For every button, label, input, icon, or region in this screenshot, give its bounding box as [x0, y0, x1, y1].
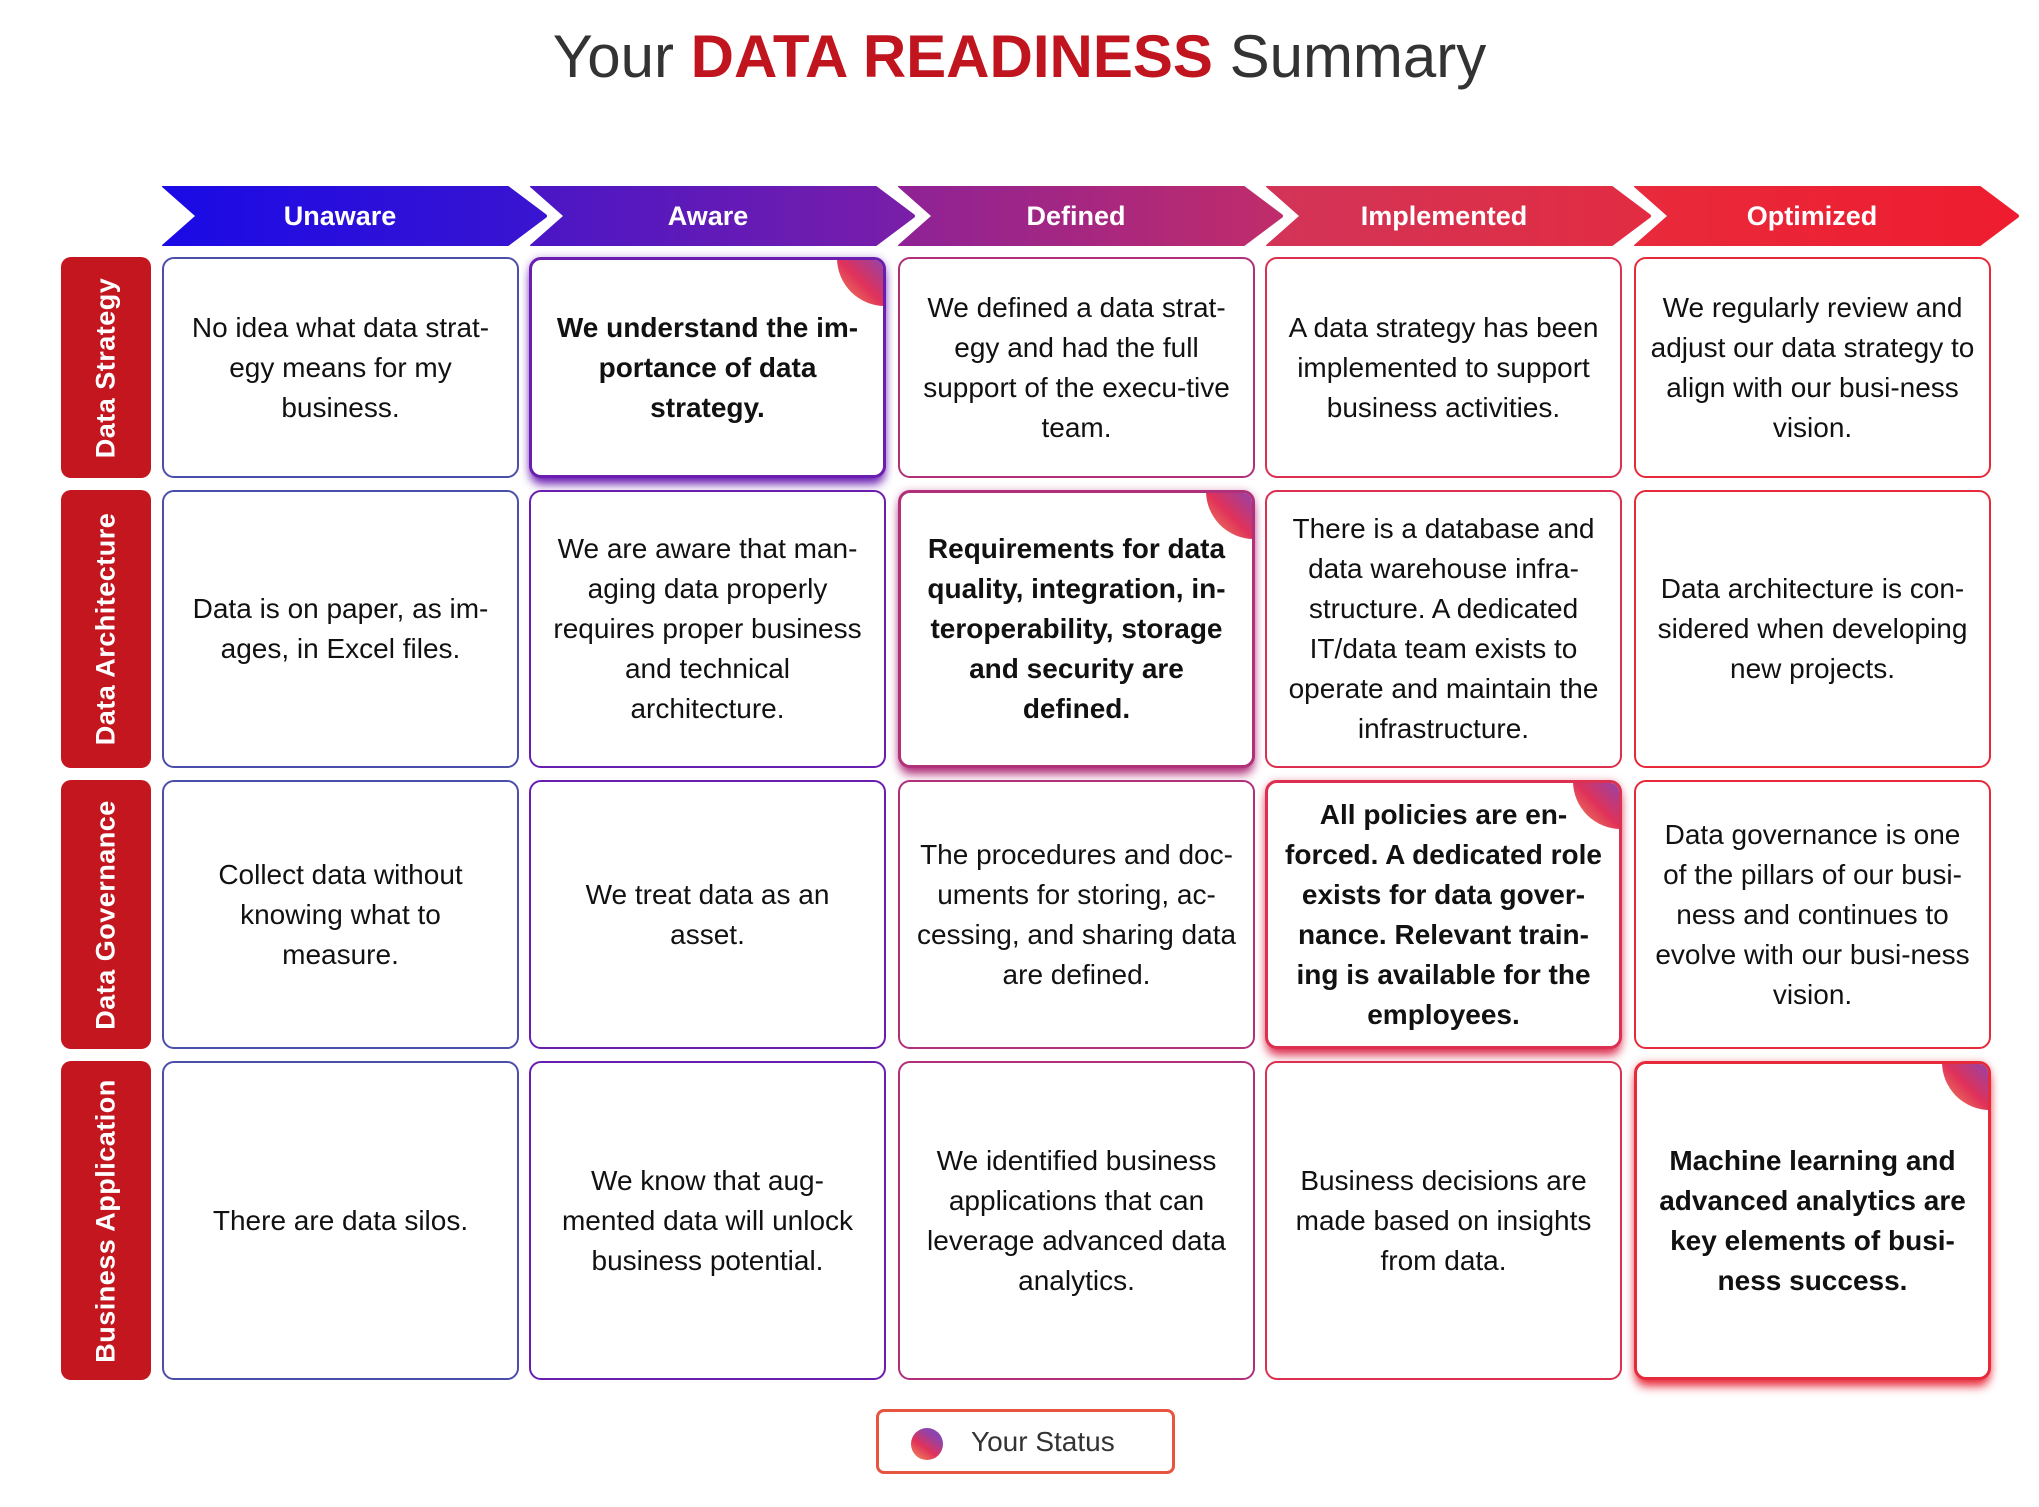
status-cell: Data governance is one of the pillars of…: [1634, 780, 1991, 1049]
stage-optimized: Optimized: [1632, 186, 2022, 246]
status-cell: The procedures and doc-uments for storin…: [898, 780, 1255, 1049]
status-cell: We defined a data strat-egy and had the …: [898, 257, 1255, 478]
cell-text: We are aware that man-aging data properl…: [553, 533, 862, 724]
cell-text: There is a database and data warehouse i…: [1288, 513, 1599, 744]
cell-text: A data strategy has been implemented to …: [1288, 311, 1599, 423]
stage-label: Unaware: [283, 201, 397, 231]
title-suffix: Summary: [1229, 23, 1487, 90]
cell-text: We treat data as an asset.: [585, 878, 830, 950]
status-cell: Data is on paper, as im-ages, in Excel f…: [162, 490, 519, 768]
row-label-text: Data Strategy: [90, 277, 121, 458]
cell-text: Data is on paper, as im-ages, in Excel f…: [192, 593, 489, 664]
status-cell: No idea what data strat-egy means for my…: [162, 257, 519, 478]
your-status-marker-icon: [837, 260, 883, 306]
cell-text: We identified business applications that…: [927, 1144, 1226, 1296]
cell-text: We regularly review and adjust our data …: [1650, 291, 1975, 443]
row-label-data-architecture: Data Architecture: [61, 490, 151, 768]
status-dot-icon: [911, 1428, 943, 1460]
cell-text: We know that aug-mented data will unlock…: [561, 1164, 854, 1276]
stage-label: Aware: [667, 201, 749, 231]
maturity-stages: Unaware Aware Defined Implemented Optimized: [160, 186, 2020, 246]
row-label-text: Data Architecture: [90, 512, 121, 746]
row-label-data-governance: Data Governance: [61, 780, 151, 1049]
page-title: Your DATA READINESS Summary: [0, 22, 2039, 91]
stage-defined: Defined: [896, 186, 1286, 246]
status-cell-active: We understand the im-portance of data st…: [529, 257, 886, 478]
cell-text: Machine learning and advanced analytics …: [1659, 1144, 1966, 1296]
cell-text: There are data silos.: [212, 1204, 469, 1236]
stage-label: Optimized: [1746, 201, 1878, 231]
cell-text: Data architecture is con-sidered when de…: [1657, 573, 1968, 684]
cell-text: Business decisions are made based on ins…: [1295, 1164, 1592, 1276]
stage-implemented: Implemented: [1264, 186, 1654, 246]
legend-label: Your Status: [971, 1426, 1115, 1457]
cell-text: We understand the im-portance of data st…: [556, 311, 859, 423]
cell-text: We defined a data strat-egy and had the …: [923, 291, 1230, 443]
stage-label: Defined: [1026, 201, 1126, 231]
legend: Your Status: [876, 1409, 1175, 1474]
status-cell: We regularly review and adjust our data …: [1634, 257, 1991, 478]
status-cell: A data strategy has been implemented to …: [1265, 257, 1622, 478]
your-status-marker-icon: [1942, 1064, 1988, 1110]
cell-text: Requirements for data quality, integrati…: [927, 533, 1226, 724]
title-prefix: Your: [552, 23, 674, 90]
status-cell: We know that aug-mented data will unlock…: [529, 1061, 886, 1380]
status-cell: Data architecture is con-sidered when de…: [1634, 490, 1991, 768]
cell-text: Data governance is one of the pillars of…: [1655, 818, 1970, 1010]
title-highlight: DATA READINESS: [690, 23, 1213, 90]
status-cell: We treat data as an asset.: [529, 780, 886, 1049]
stage-label: Implemented: [1360, 201, 1528, 231]
row-label-text: Data Governance: [90, 799, 121, 1030]
status-cell: There are data silos.: [162, 1061, 519, 1380]
status-cell: Collect data without knowing what to mea…: [162, 780, 519, 1049]
stage-unaware: Unaware: [160, 186, 550, 246]
cell-text: No idea what data strat-egy means for my…: [191, 311, 490, 423]
status-cell-active: Machine learning and advanced analytics …: [1634, 1061, 1991, 1380]
cell-text: The procedures and doc-uments for storin…: [916, 838, 1237, 990]
status-cell: We identified business applications that…: [898, 1061, 1255, 1380]
status-cell-active: All policies are en-forced. A dedicated …: [1265, 780, 1622, 1049]
stage-aware: Aware: [528, 186, 918, 246]
status-cell: We are aware that man-aging data properl…: [529, 490, 886, 768]
status-cell: Business decisions are made based on ins…: [1265, 1061, 1622, 1380]
row-label-data-strategy: Data Strategy: [61, 257, 151, 478]
status-cell-active: Requirements for data quality, integrati…: [898, 490, 1255, 768]
row-label-text: Business Application: [90, 1078, 121, 1363]
row-label-business-application: Business Application: [61, 1061, 151, 1380]
cell-text: Collect data without knowing what to mea…: [218, 858, 463, 970]
cell-text: All policies are en-forced. A dedicated …: [1285, 798, 1602, 1030]
status-cell: There is a database and data warehouse i…: [1265, 490, 1622, 768]
